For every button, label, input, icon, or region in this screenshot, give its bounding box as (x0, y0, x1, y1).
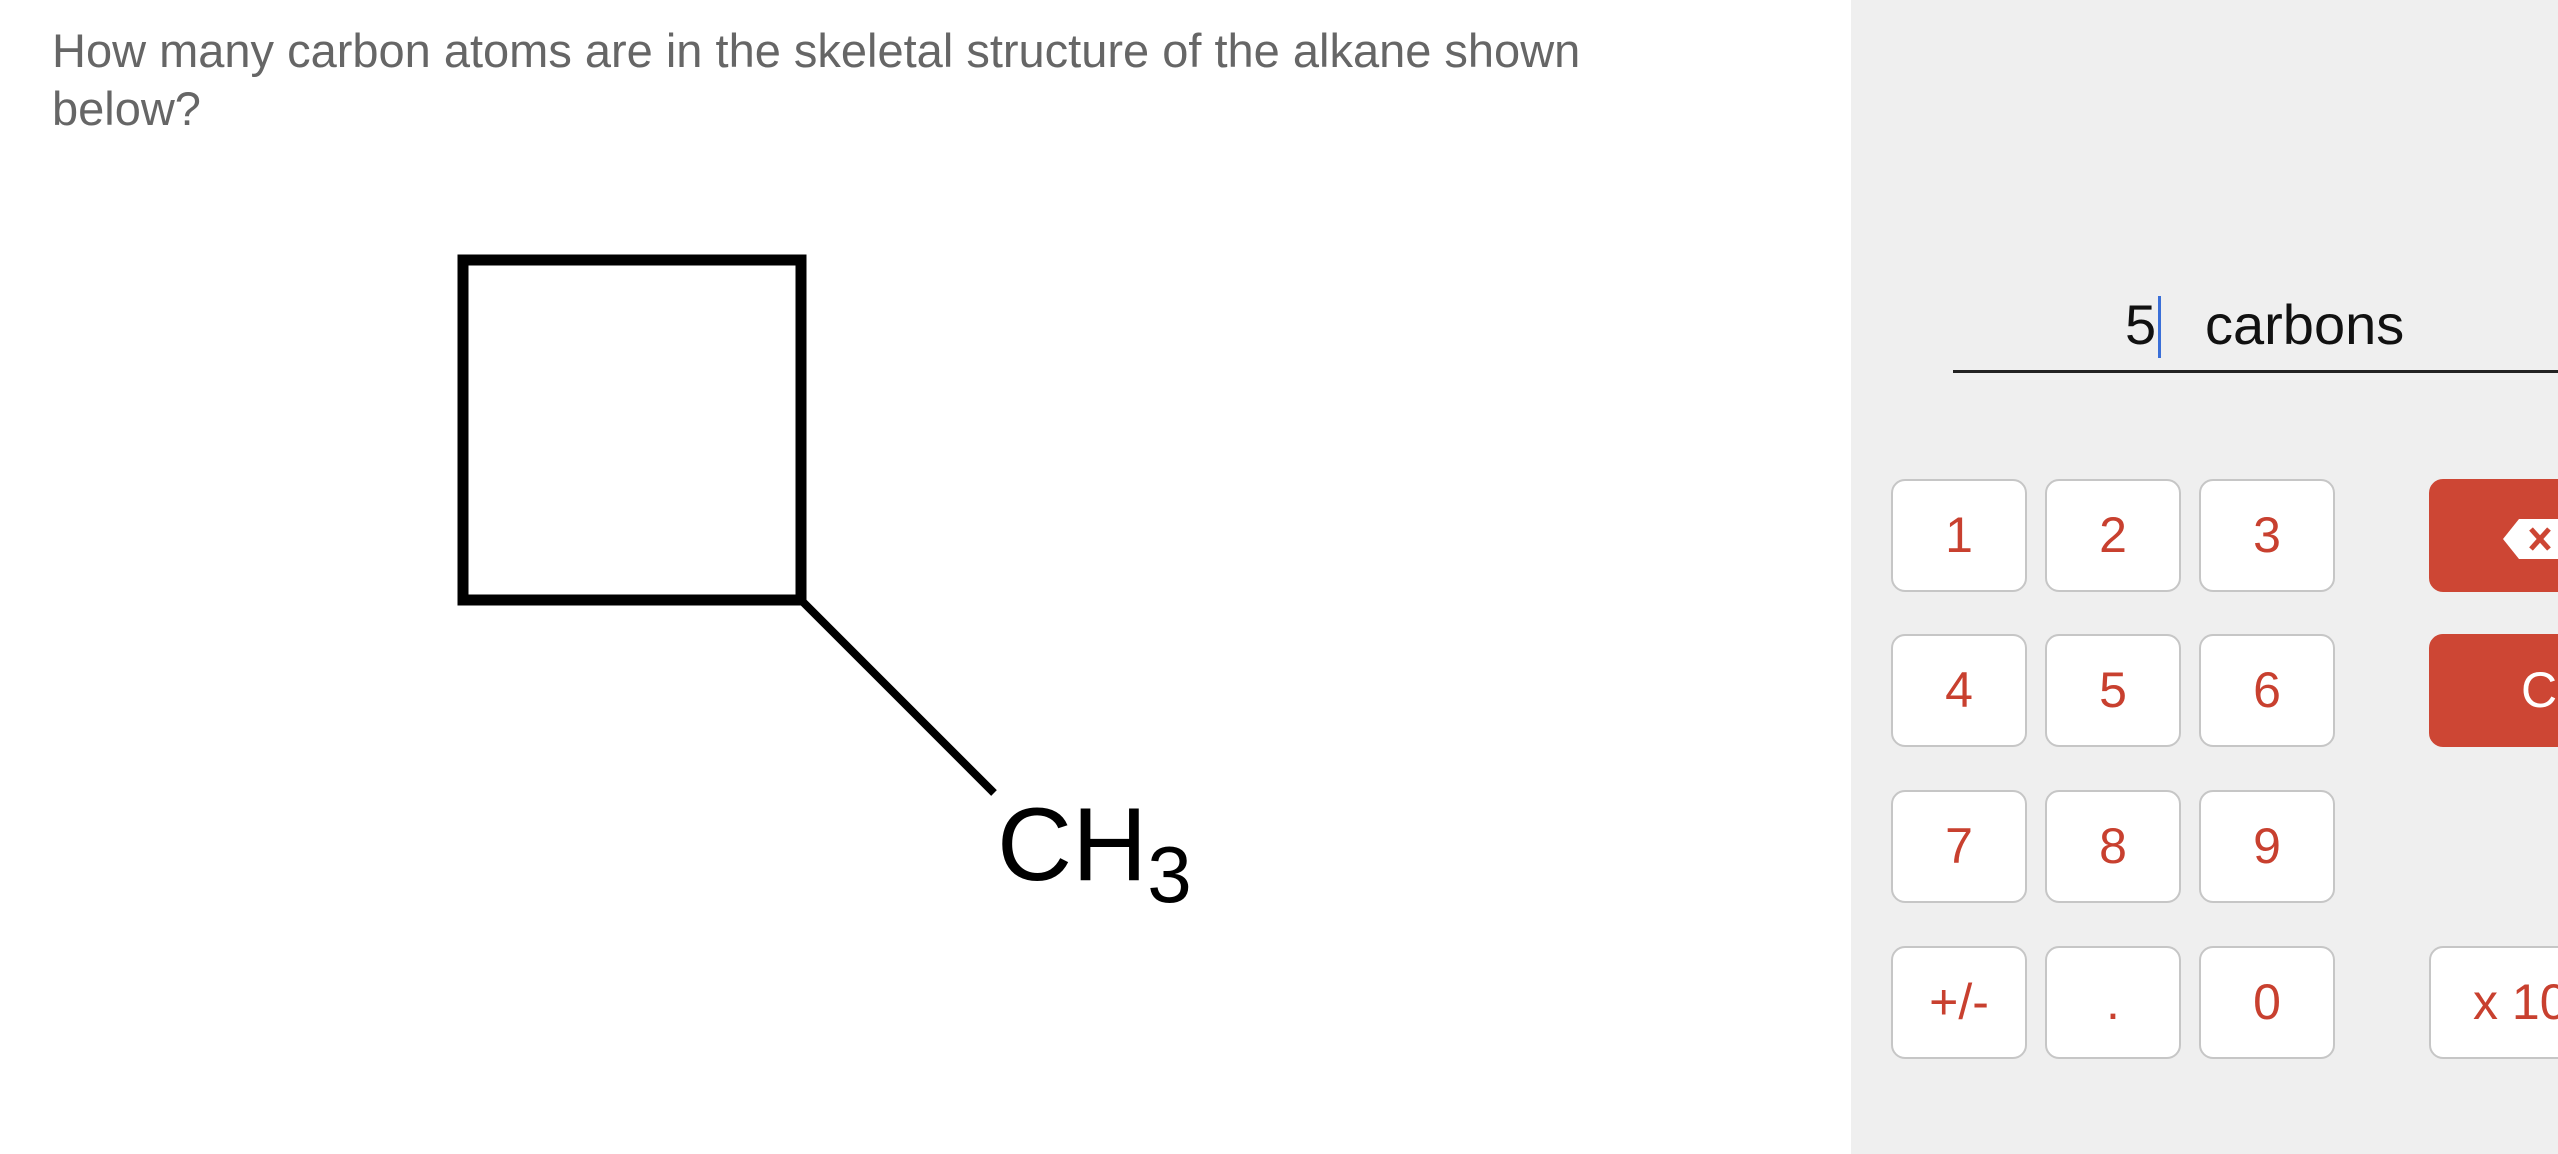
methyl-bond (798, 597, 997, 796)
methyl-label: CH3 (997, 787, 1192, 919)
key-0[interactable]: 0 (2199, 946, 2335, 1059)
methyl-label-subscript: 3 (1147, 830, 1192, 919)
answer-panel: 5 carbons 1 2 3 4 5 6 7 8 9 +/- . 0 C x … (1851, 0, 2558, 1154)
methyl-label-ch: CH (997, 787, 1147, 903)
skeletal-structure-diagram: CH3 (457, 254, 1192, 919)
key-decimal[interactable]: . (2045, 946, 2181, 1059)
key-5[interactable]: 5 (2045, 634, 2181, 747)
text-cursor (2158, 296, 2161, 358)
answer-unit-label: carbons (2205, 293, 2405, 356)
key-plus-minus[interactable]: +/- (1891, 946, 2027, 1059)
key-1[interactable]: 1 (1891, 479, 2027, 592)
question-panel: How many carbon atoms are in the skeleta… (0, 0, 1851, 1154)
answer-input-underline[interactable] (1953, 370, 2558, 373)
key-7[interactable]: 7 (1891, 790, 2027, 903)
key-9[interactable]: 9 (2199, 790, 2335, 903)
backspace-icon (2503, 518, 2558, 559)
key-6[interactable]: 6 (2199, 634, 2335, 747)
key-8[interactable]: 8 (2045, 790, 2181, 903)
key-3[interactable]: 3 (2199, 479, 2335, 592)
cyclobutane-ring (457, 254, 807, 606)
answer-input-value[interactable]: 5 (2125, 290, 2156, 360)
key-4[interactable]: 4 (1891, 634, 2027, 747)
scientific-notation-button[interactable]: x 10 (2429, 946, 2558, 1059)
backspace-button[interactable] (2429, 479, 2558, 592)
key-2[interactable]: 2 (2045, 479, 2181, 592)
clear-button[interactable]: C (2429, 634, 2558, 747)
